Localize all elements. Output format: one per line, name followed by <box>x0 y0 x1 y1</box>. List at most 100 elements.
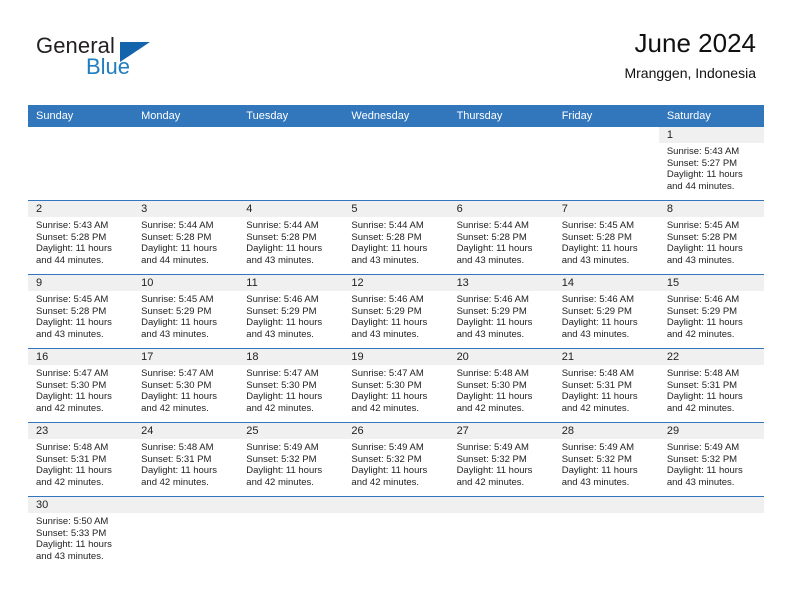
daylight-text-line2: and 43 minutes. <box>666 254 735 266</box>
day-details: Sunrise: 5:49 AM Sunset: 5:32 PM Daylight:… <box>238 439 343 488</box>
day-number: 29 <box>658 423 764 439</box>
calendar-day-cell[interactable]: 10 Sunrise: 5:45 AM Sunset: 5:29 PM Dayligh… <box>133 274 239 349</box>
calendar-day-cell[interactable]: 1 Sunrise: 5:43 AM Sunset: 5:27 PM Daylight… <box>658 127 764 201</box>
day-number: 4 <box>238 201 344 217</box>
calendar-cell-inner: 1 Sunrise: 5:43 AM Sunset: 5:27 PM Daylight… <box>658 127 764 200</box>
sunset-text: Sunset: 5:29 PM <box>351 305 422 317</box>
calendar-day-cell[interactable]: 3 Sunrise: 5:44 AM Sunset: 5:28 PM Daylight… <box>133 200 239 275</box>
calendar-day-cell[interactable]: 28 Sunrise: 5:49 AM Sunset: 5:32 PM Dayligh… <box>553 422 659 497</box>
calendar-cell-inner: 10 Sunrise: 5:45 AM Sunset: 5:29 PM Dayligh… <box>133 275 239 348</box>
sunset-text: Sunset: 5:29 PM <box>246 305 317 317</box>
daylight-text-line2: and 42 minutes. <box>141 476 209 488</box>
calendar-cell-inner: 16 Sunrise: 5:47 AM Sunset: 5:30 PM Dayligh… <box>28 349 134 422</box>
calendar-day-cell[interactable]: 30 Sunrise: 5:50 AM Sunset: 5:33 PM Dayligh… <box>28 496 134 570</box>
calendar-cell-inner: 25 Sunrise: 5:49 AM Sunset: 5:32 PM Dayligh… <box>238 423 344 496</box>
day-number: 21 <box>553 349 659 365</box>
daylight-text-line1: Daylight: 11 hours <box>141 391 218 403</box>
calendar-body: 1 Sunrise: 5:43 AM Sunset: 5:27 PM Daylight… <box>28 127 764 570</box>
calendar-day-cell[interactable]: 18 Sunrise: 5:47 AM Sunset: 5:30 PM Dayligh… <box>238 348 344 423</box>
daylight-text-line1: Daylight: 11 hours <box>351 391 428 403</box>
calendar-day-cell[interactable]: 21 Sunrise: 5:48 AM Sunset: 5:31 PM Dayligh… <box>553 348 659 423</box>
daylight-text-line2: and 42 minutes. <box>456 476 525 488</box>
sunset-text: Sunset: 5:31 PM <box>141 453 212 465</box>
day-details: Sunrise: 5:44 AM Sunset: 5:28 PM Daylight:… <box>133 217 238 266</box>
calendar-day-cell[interactable]: 22 Sunrise: 5:48 AM Sunset: 5:31 PM Dayligh… <box>658 348 764 423</box>
calendar-day-cell[interactable]: 2 Sunrise: 5:43 AM Sunset: 5:28 PM Daylight… <box>28 200 134 275</box>
calendar-day-cell[interactable]: 7 Sunrise: 5:45 AM Sunset: 5:28 PM Daylight… <box>553 200 659 275</box>
daylight-text-line1: Daylight: 11 hours <box>666 317 743 329</box>
calendar-cell-inner: 6 Sunrise: 5:44 AM Sunset: 5:28 PM Daylight… <box>448 201 554 274</box>
calendar-day-cell[interactable]: 6 Sunrise: 5:44 AM Sunset: 5:28 PM Daylight… <box>448 200 554 275</box>
calendar-day-cell[interactable]: 23 Sunrise: 5:48 AM Sunset: 5:31 PM Dayligh… <box>28 422 134 497</box>
sunrise-text: Sunrise: 5:50 AM <box>36 516 109 527</box>
calendar-day-cell[interactable]: 26 Sunrise: 5:49 AM Sunset: 5:32 PM Dayligh… <box>343 422 449 497</box>
calendar-cell-inner <box>133 127 238 200</box>
day-number: 28 <box>553 423 659 439</box>
calendar-day-cell[interactable]: 12 Sunrise: 5:46 AM Sunset: 5:29 PM Dayligh… <box>343 274 449 349</box>
calendar-day-cell[interactable]: 25 Sunrise: 5:49 AM Sunset: 5:32 PM Dayligh… <box>238 422 344 497</box>
calendar-cell-empty <box>133 127 239 201</box>
daylight-text-line2: and 42 minutes. <box>666 328 735 340</box>
day-details: Sunrise: 5:47 AM Sunset: 5:30 PM Daylight:… <box>343 365 448 414</box>
calendar-day-cell[interactable]: 4 Sunrise: 5:44 AM Sunset: 5:28 PM Daylight… <box>238 200 344 275</box>
sunset-text: Sunset: 5:32 PM <box>561 453 632 465</box>
sunset-text: Sunset: 5:30 PM <box>141 379 212 391</box>
sunrise-text: Sunrise: 5:47 AM <box>351 368 424 379</box>
day-number: 16 <box>28 349 134 365</box>
sunset-text: Sunset: 5:29 PM <box>141 305 212 317</box>
day-details: Sunrise: 5:46 AM Sunset: 5:29 PM Daylight:… <box>554 291 659 340</box>
calendar-day-cell[interactable]: 20 Sunrise: 5:48 AM Sunset: 5:30 PM Dayligh… <box>448 348 554 423</box>
daylight-text-line2: and 43 minutes. <box>351 254 420 266</box>
daylight-text-line1: Daylight: 11 hours <box>351 243 428 255</box>
sunrise-text: Sunrise: 5:47 AM <box>36 368 109 379</box>
calendar-day-cell[interactable]: 11 Sunrise: 5:46 AM Sunset: 5:29 PM Dayligh… <box>238 274 344 349</box>
daylight-text-line1: Daylight: 11 hours <box>666 391 743 403</box>
calendar-cell-inner <box>658 497 764 570</box>
day-number: 25 <box>238 423 344 439</box>
daylight-text-line2: and 42 minutes. <box>561 402 630 414</box>
calendar-cell-empty <box>658 496 764 570</box>
day-number: 1 <box>658 127 764 143</box>
calendar-cell-inner: 21 Sunrise: 5:48 AM Sunset: 5:31 PM Dayligh… <box>553 349 659 422</box>
daylight-text-line1: Daylight: 11 hours <box>246 465 323 477</box>
sunrise-text: Sunrise: 5:45 AM <box>36 294 109 305</box>
daylight-text-line2: and 43 minutes. <box>666 476 735 488</box>
day-details: Sunrise: 5:45 AM Sunset: 5:28 PM Daylight:… <box>554 217 659 266</box>
calendar-cell-inner: 28 Sunrise: 5:49 AM Sunset: 5:32 PM Dayligh… <box>553 423 659 496</box>
calendar-day-cell[interactable]: 27 Sunrise: 5:49 AM Sunset: 5:32 PM Dayligh… <box>448 422 554 497</box>
daylight-text-line2: and 42 minutes. <box>36 476 104 488</box>
day-details: Sunrise: 5:45 AM Sunset: 5:28 PM Daylight:… <box>28 291 133 340</box>
day-number: 11 <box>238 275 344 291</box>
calendar-day-cell[interactable]: 9 Sunrise: 5:45 AM Sunset: 5:28 PM Daylight… <box>28 274 134 349</box>
calendar-cell-inner <box>343 127 448 200</box>
calendar-cell-empty <box>133 496 239 570</box>
day-number: 30 <box>28 497 134 513</box>
calendar-day-cell[interactable]: 15 Sunrise: 5:46 AM Sunset: 5:29 PM Dayligh… <box>658 274 764 349</box>
day-details: Sunrise: 5:45 AM Sunset: 5:29 PM Daylight:… <box>133 291 238 340</box>
calendar-cell-inner <box>343 497 449 570</box>
sunrise-text: Sunrise: 5:46 AM <box>666 294 740 305</box>
calendar-day-cell[interactable]: 17 Sunrise: 5:47 AM Sunset: 5:30 PM Dayligh… <box>133 348 239 423</box>
daylight-text-line2: and 44 minutes. <box>141 254 209 266</box>
sunset-text: Sunset: 5:32 PM <box>456 453 527 465</box>
sunrise-text: Sunrise: 5:45 AM <box>666 220 740 231</box>
daylight-text-line1: Daylight: 11 hours <box>141 317 218 329</box>
calendar-day-cell[interactable]: 8 Sunrise: 5:45 AM Sunset: 5:28 PM Daylight… <box>658 200 764 275</box>
daylight-text-line1: Daylight: 11 hours <box>666 465 743 477</box>
calendar-day-cell[interactable]: 13 Sunrise: 5:46 AM Sunset: 5:29 PM Dayligh… <box>448 274 554 349</box>
page-header: General Blue June 2024 Mranggen, Indones… <box>0 0 792 104</box>
calendar-day-cell[interactable]: 5 Sunrise: 5:44 AM Sunset: 5:28 PM Daylight… <box>343 200 449 275</box>
calendar-cell-empty <box>28 127 134 201</box>
calendar-day-cell[interactable]: 29 Sunrise: 5:49 AM Sunset: 5:32 PM Dayligh… <box>658 422 764 497</box>
day-number: 17 <box>133 349 239 365</box>
calendar-day-cell[interactable]: 19 Sunrise: 5:47 AM Sunset: 5:30 PM Dayligh… <box>343 348 449 423</box>
day-details: Sunrise: 5:44 AM Sunset: 5:28 PM Daylight:… <box>238 217 343 266</box>
calendar-cell-inner <box>133 497 239 570</box>
calendar-day-cell[interactable]: 24 Sunrise: 5:48 AM Sunset: 5:31 PM Dayligh… <box>133 422 239 497</box>
calendar-day-cell[interactable]: 16 Sunrise: 5:47 AM Sunset: 5:30 PM Dayligh… <box>28 348 134 423</box>
sunrise-text: Sunrise: 5:48 AM <box>666 368 740 379</box>
calendar-day-cell[interactable]: 14 Sunrise: 5:46 AM Sunset: 5:29 PM Dayligh… <box>553 274 659 349</box>
calendar-week-row: 2 Sunrise: 5:43 AM Sunset: 5:28 PM Daylight… <box>28 200 764 275</box>
weekday-header-thursday: Thursday <box>448 105 554 127</box>
day-details: Sunrise: 5:47 AM Sunset: 5:30 PM Daylight:… <box>28 365 133 414</box>
